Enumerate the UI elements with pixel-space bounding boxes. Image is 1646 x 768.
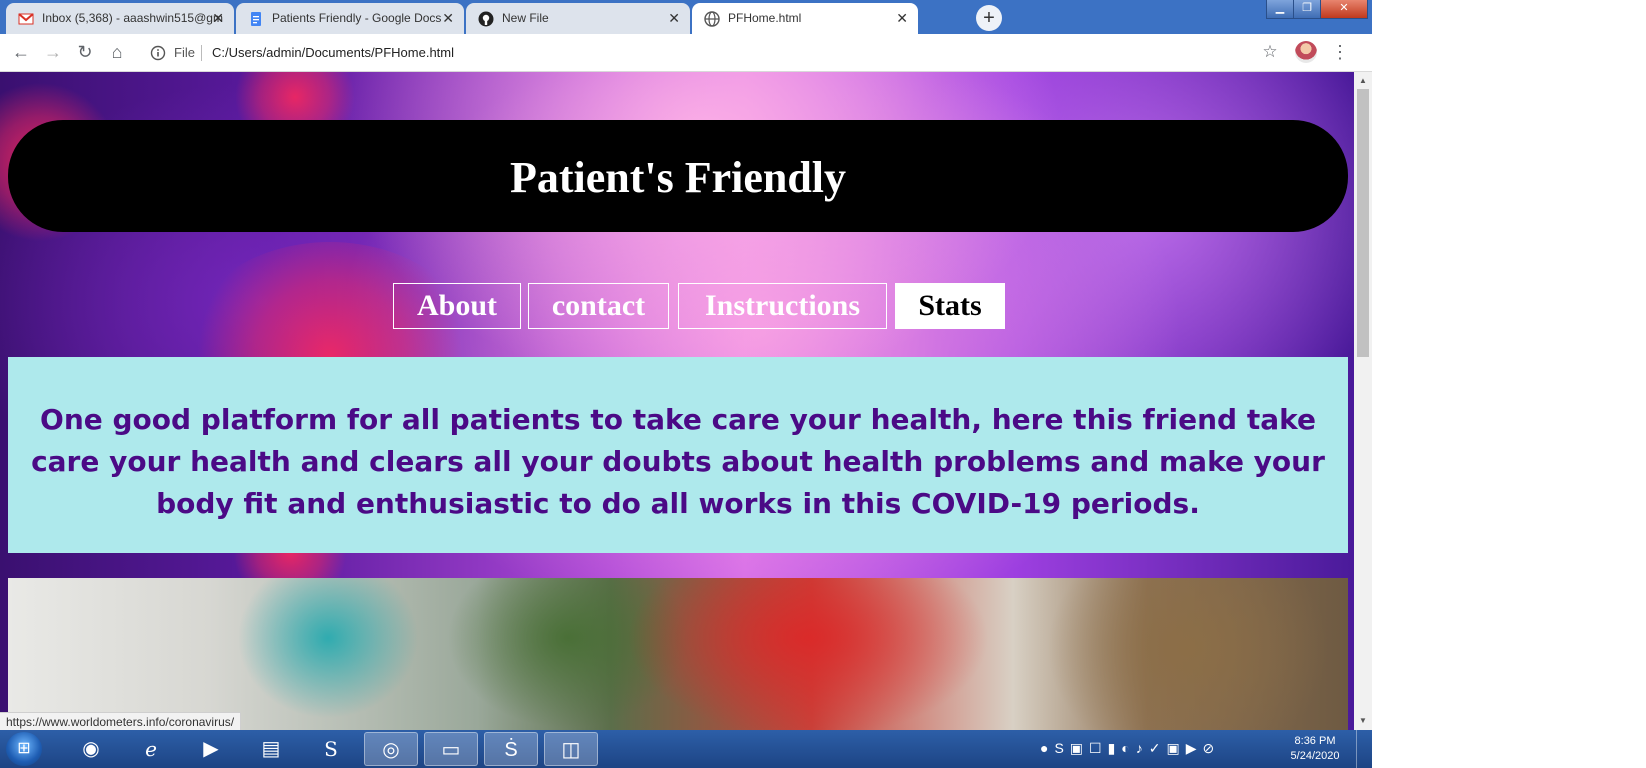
forward-icon[interactable]: → — [42, 42, 64, 63]
tab-title: Patients Friendly - Google Docs — [272, 11, 442, 25]
page-viewport: Patient's Friendly About contact Instruc… — [0, 72, 1354, 730]
network-tool-taskbar-icon[interactable]: ▤ — [244, 732, 298, 766]
gmail-icon — [18, 13, 34, 25]
site-header: Patient's Friendly — [8, 120, 1348, 232]
close-window-button[interactable]: ✕ — [1320, 0, 1368, 19]
nav-contact-button[interactable]: contact — [528, 283, 669, 329]
sublime-text-taskbar-icon[interactable]: Ṡ — [484, 732, 538, 766]
file-explorer-taskbar-icon[interactable]: ▭ — [424, 732, 478, 766]
address-bar[interactable]: File C:/Users/admin/Documents/PFHome.htm… — [140, 39, 1280, 66]
minimize-button[interactable]: ▁ — [1266, 0, 1294, 19]
status-url-bubble: https://www.worldometers.info/coronaviru… — [0, 712, 242, 732]
start-button[interactable]: ⊞ — [6, 732, 42, 766]
home-icon[interactable]: ⌂ — [106, 42, 128, 63]
page-title: Patient's Friendly — [509, 153, 847, 202]
close-tab-icon[interactable]: ✕ — [212, 3, 224, 34]
media-player-taskbar-icon[interactable]: ▶ — [184, 732, 238, 766]
tab-google-docs[interactable]: Patients Friendly - Google Docs ✕ — [236, 3, 464, 34]
github-icon — [478, 11, 494, 27]
show-desktop-button[interactable] — [1356, 730, 1373, 768]
tab-gmail[interactable]: Inbox (5,368) - aaashwin515@gm ✕ — [6, 3, 234, 34]
browser-tab-strip: Inbox (5,368) - aaashwin515@gm ✕ Patient… — [0, 0, 1372, 34]
reload-icon[interactable]: ↻ — [74, 42, 96, 63]
maximize-button[interactable]: ❐ — [1293, 0, 1321, 19]
page-scrollbar[interactable]: ▲ ▼ — [1354, 72, 1372, 730]
tab-github[interactable]: New File ✕ — [466, 3, 690, 34]
tab-title: PFHome.html — [728, 11, 802, 25]
internet-explorer-taskbar-icon[interactable]: e — [124, 732, 178, 766]
scroll-up-arrow-icon[interactable]: ▲ — [1354, 74, 1372, 88]
nav-about-button[interactable]: About — [393, 283, 521, 329]
docs-icon — [251, 12, 261, 26]
address-divider — [201, 45, 202, 61]
info-icon[interactable] — [150, 45, 166, 61]
windows-taskbar: ⊞ ◉ e ▶ ▤ S ◎ ▭ Ṡ ◫ ●S▣☐▮◐♪✓▣▶⊘ 8:36 PM … — [0, 730, 1372, 768]
close-tab-icon[interactable]: ✕ — [442, 3, 454, 34]
chromium-taskbar-icon[interactable]: ◉ — [64, 732, 118, 766]
scroll-down-arrow-icon[interactable]: ▼ — [1354, 714, 1372, 728]
nav-stats-button[interactable]: Stats — [895, 283, 1005, 329]
file-scheme-label: File — [174, 45, 195, 60]
hero-photo — [8, 578, 1348, 730]
window-taskbar-icon[interactable]: ◫ — [544, 732, 598, 766]
clock-date: 5/24/2020 — [1290, 750, 1340, 762]
scrollbar-thumb[interactable] — [1357, 89, 1369, 357]
s-app-taskbar-icon[interactable]: S — [304, 732, 358, 766]
taskbar-clock[interactable]: 8:36 PM 5/24/2020 — [1284, 734, 1346, 764]
system-tray-icons[interactable]: ●S▣☐▮◐♪✓▣▶⊘ — [1040, 740, 1220, 757]
profile-avatar[interactable] — [1295, 41, 1317, 63]
new-tab-button[interactable]: + — [976, 5, 1002, 31]
globe-icon — [704, 11, 720, 27]
menu-kebab-icon[interactable]: ⋮ — [1329, 42, 1351, 63]
browser-toolbar: ← → ↻ ⌂ File C:/Users/admin/Documents/PF… — [0, 34, 1372, 72]
close-tab-icon[interactable]: ✕ — [668, 3, 680, 34]
tab-pfhome[interactable]: PFHome.html ✕ — [692, 3, 918, 34]
clock-time: 8:36 PM — [1294, 735, 1336, 747]
tab-title: Inbox (5,368) - aaashwin515@gm — [42, 11, 223, 25]
intro-text: One good platform for all patients to ta… — [8, 357, 1348, 553]
chrome-taskbar-icon[interactable]: ◎ — [364, 732, 418, 766]
nav-instructions-button[interactable]: Instructions — [678, 283, 887, 329]
bookmark-star-icon[interactable]: ☆ — [1259, 42, 1281, 62]
back-icon[interactable]: ← — [10, 42, 32, 63]
url-text[interactable]: C:/Users/admin/Documents/PFHome.html — [212, 45, 454, 60]
tab-title: New File — [502, 11, 549, 25]
close-tab-icon[interactable]: ✕ — [896, 3, 908, 34]
